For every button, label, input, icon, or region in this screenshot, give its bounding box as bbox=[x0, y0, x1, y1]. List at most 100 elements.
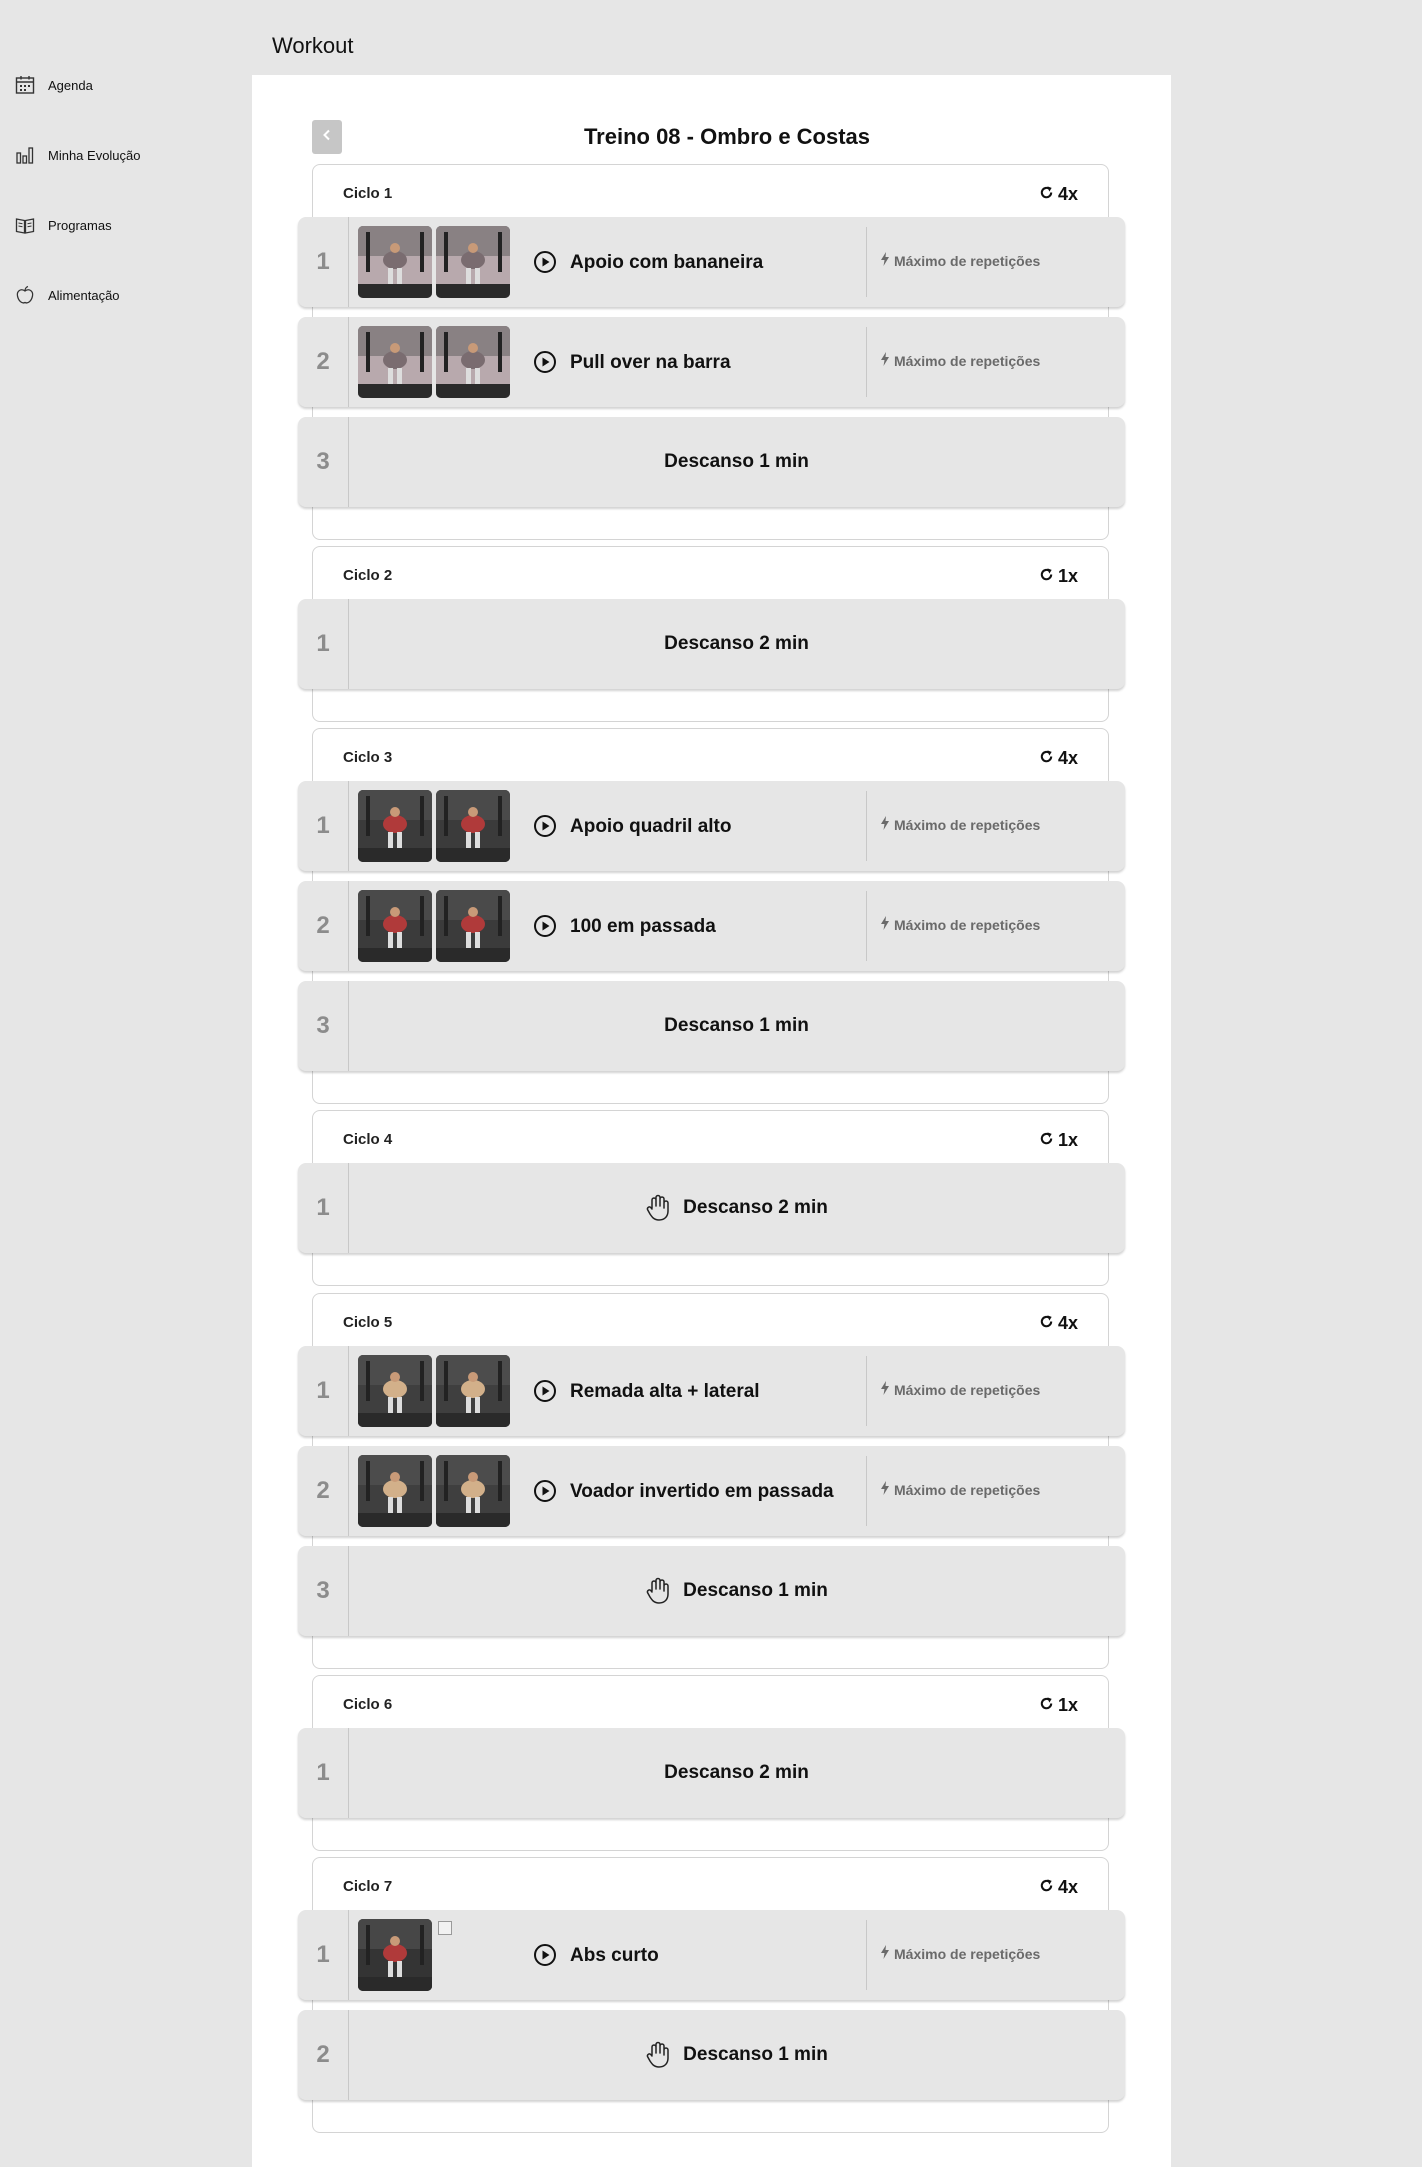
cycle-repeat-count: 1x bbox=[1057, 1695, 1078, 1715]
exercise-target: Máximo de repetições bbox=[880, 1346, 1040, 1434]
exercise-target: Máximo de repetições bbox=[880, 317, 1040, 405]
exercise-target-label: Máximo de repetições bbox=[894, 253, 1041, 269]
sidebar-item-label: Minha Evolução bbox=[48, 147, 141, 163]
exercise-name[interactable]: Pull over na barra bbox=[570, 317, 731, 409]
exercise-name[interactable]: Remada alta + lateral bbox=[570, 1346, 760, 1438]
rest-label: Descanso 2 min bbox=[683, 1197, 828, 1218]
book-icon bbox=[14, 214, 36, 236]
rest-label: Descanso 1 min bbox=[664, 1015, 809, 1036]
cycle-name: Ciclo 4 bbox=[343, 1131, 393, 1148]
repeat-icon bbox=[1039, 729, 1054, 787]
rest-row[interactable]: 3 Descanso 1 min bbox=[298, 1546, 1125, 1636]
cycle-name: Ciclo 1 bbox=[343, 185, 393, 202]
repeat-icon bbox=[1039, 1111, 1054, 1169]
lightning-icon bbox=[880, 881, 890, 969]
exercise-target-label: Máximo de repetições bbox=[894, 917, 1041, 933]
exercise-target-label: Máximo de repetições bbox=[894, 1382, 1041, 1398]
sidebar-item-programas[interactable]: Programas bbox=[0, 190, 250, 260]
lightning-icon bbox=[880, 317, 890, 405]
cycle-repeat: 1x bbox=[1039, 1111, 1078, 1169]
exercise-thumbnail bbox=[436, 226, 510, 298]
row-number: 2 bbox=[298, 881, 349, 971]
exercise-thumbnails bbox=[358, 890, 510, 962]
sidebar-item-label: Programas bbox=[48, 217, 112, 233]
cycle-header: Ciclo 4 1x bbox=[313, 1111, 1108, 1161]
row-divider bbox=[866, 891, 867, 961]
exercise-row[interactable]: 2 100 em passada Máximo de repetições bbox=[298, 881, 1125, 971]
cycle-repeat-count: 4x bbox=[1057, 1313, 1078, 1333]
exercise-target: Máximo de repetições bbox=[880, 1910, 1040, 1998]
rest-content: Descanso 1 min bbox=[348, 2010, 1125, 2100]
exercise-thumbnail bbox=[436, 1355, 510, 1427]
play-icon[interactable] bbox=[533, 1943, 557, 1967]
cycle-name: Ciclo 6 bbox=[343, 1696, 393, 1713]
exercise-row[interactable]: 1 Apoio quadril alto Máximo de repetiçõe… bbox=[298, 781, 1125, 871]
exercise-thumbnail bbox=[358, 1919, 432, 1991]
row-number: 3 bbox=[298, 417, 349, 507]
rest-row[interactable]: 1 Descanso 2 min bbox=[298, 599, 1125, 689]
repeat-icon bbox=[1039, 1676, 1054, 1734]
repeat-icon bbox=[1039, 165, 1054, 223]
sidebar-item-alimentacao[interactable]: Alimentação bbox=[0, 260, 250, 330]
exercise-thumbnail bbox=[358, 790, 432, 862]
exercise-target: Máximo de repetições bbox=[880, 881, 1040, 969]
rest-content: Descanso 2 min bbox=[348, 1163, 1125, 1253]
play-icon[interactable] bbox=[533, 914, 557, 938]
cycle-repeat-count: 1x bbox=[1057, 1130, 1078, 1150]
exercise-thumbnails bbox=[358, 1919, 456, 1991]
row-number: 1 bbox=[298, 781, 349, 871]
rest-row[interactable]: 1 Descanso 2 min bbox=[298, 1728, 1125, 1818]
rest-row[interactable]: 1 Descanso 2 min bbox=[298, 1163, 1125, 1253]
exercise-name[interactable]: Abs curto bbox=[570, 1910, 659, 2002]
cycle-header: Ciclo 6 1x bbox=[313, 1676, 1108, 1726]
exercise-thumbnails bbox=[358, 1455, 510, 1527]
hand-icon bbox=[645, 1577, 671, 1605]
exercise-name[interactable]: Apoio com bananeira bbox=[570, 217, 763, 309]
exercise-thumbnail bbox=[436, 326, 510, 398]
cycle-header: Ciclo 3 4x bbox=[313, 729, 1108, 779]
exercise-thumbnails bbox=[358, 326, 510, 398]
rest-content: Descanso 2 min bbox=[348, 599, 1125, 689]
row-divider bbox=[866, 791, 867, 861]
cycle-repeat-count: 4x bbox=[1057, 1877, 1078, 1897]
sidebar-item-label: Alimentação bbox=[48, 287, 120, 303]
rest-row[interactable]: 2 Descanso 1 min bbox=[298, 2010, 1125, 2100]
lightning-icon bbox=[880, 217, 890, 305]
exercise-name[interactable]: Apoio quadril alto bbox=[570, 781, 732, 873]
play-icon[interactable] bbox=[533, 1479, 557, 1503]
play-icon[interactable] bbox=[533, 350, 557, 374]
exercise-row[interactable]: 1 Remada alta + lateral Máximo de repeti… bbox=[298, 1346, 1125, 1436]
exercise-thumbnails bbox=[358, 226, 510, 298]
row-number: 1 bbox=[298, 599, 349, 689]
cycle-card: Ciclo 7 4x 1 Abs curto Máximo de repetições… bbox=[298, 1857, 1125, 2133]
rest-row[interactable]: 3 Descanso 1 min bbox=[298, 417, 1125, 507]
exercise-row[interactable]: 2 Voador invertido em passada Máximo de … bbox=[298, 1446, 1125, 1536]
play-icon[interactable] bbox=[533, 814, 557, 838]
lightning-icon bbox=[880, 781, 890, 869]
sidebar-item-minha-evolucao[interactable]: Minha Evolução bbox=[0, 120, 250, 190]
play-icon[interactable] bbox=[533, 1379, 557, 1403]
lightning-icon bbox=[880, 1346, 890, 1434]
row-divider bbox=[866, 1356, 867, 1426]
play-icon[interactable] bbox=[533, 250, 557, 274]
exercise-name[interactable]: Voador invertido em passada bbox=[570, 1446, 834, 1538]
rest-content: Descanso 2 min bbox=[348, 1728, 1125, 1818]
exercise-thumbnail bbox=[358, 226, 432, 298]
sidebar: Agenda Minha Evolução Programas Alimenta… bbox=[0, 50, 250, 330]
broken-image-icon bbox=[436, 1919, 456, 1939]
exercise-row[interactable]: 1 Apoio com bananeira Máximo de repetiçõ… bbox=[298, 217, 1125, 307]
rest-row[interactable]: 3 Descanso 1 min bbox=[298, 981, 1125, 1071]
row-number: 2 bbox=[298, 1446, 349, 1536]
cycle-card: Ciclo 6 1x 1 Descanso 2 min bbox=[298, 1675, 1125, 1851]
exercise-name[interactable]: 100 em passada bbox=[570, 881, 716, 973]
exercise-thumbnails bbox=[358, 1355, 510, 1427]
exercise-row[interactable]: 1 Abs curto Máximo de repetições bbox=[298, 1910, 1125, 2000]
exercise-row[interactable]: 2 Pull over na barra Máximo de repetiçõe… bbox=[298, 317, 1125, 407]
sidebar-item-agenda[interactable]: Agenda bbox=[0, 50, 250, 120]
calendar-icon bbox=[14, 74, 36, 96]
row-divider bbox=[866, 1456, 867, 1526]
cycle-repeat-count: 4x bbox=[1057, 184, 1078, 204]
bar-chart-icon bbox=[14, 144, 36, 166]
rest-content: Descanso 1 min bbox=[348, 981, 1125, 1071]
repeat-icon bbox=[1039, 547, 1054, 605]
